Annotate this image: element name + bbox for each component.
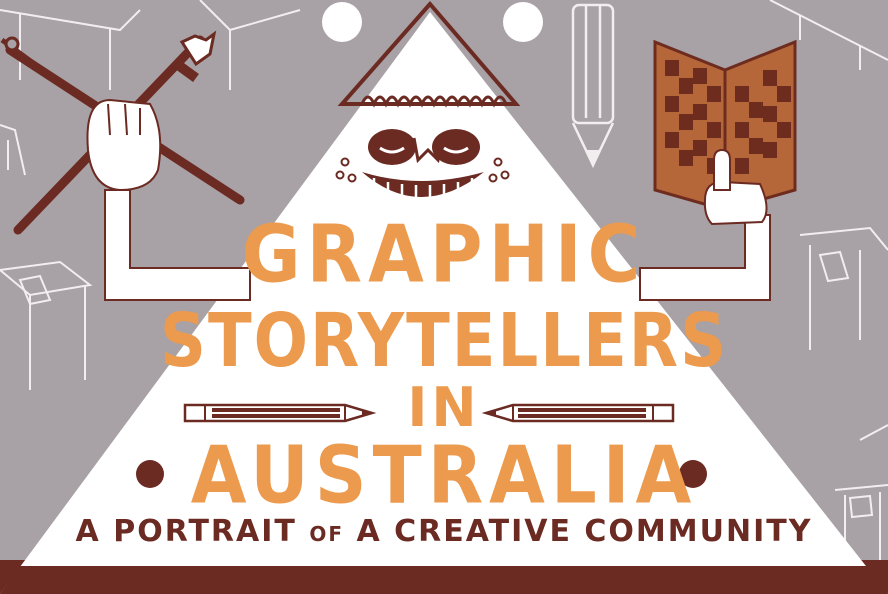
title-line-storytellers: STORYTELLERS <box>159 299 729 385</box>
subtitle: A PORTRAIT OF A CREATIVE COMMUNITY <box>0 514 888 549</box>
poster: GRAPHIC STORYTELLERS IN AUSTRALIA A PORT… <box>0 0 888 594</box>
subtitle-part-1: A PORTRAIT <box>75 514 297 549</box>
dot-decoration <box>503 2 543 42</box>
subtitle-part-2: OF <box>309 522 344 546</box>
title-line-australia: AUSTRALIA <box>190 428 698 522</box>
subtitle-part-3: A CREATIVE COMMUNITY <box>356 514 813 549</box>
title-line-graphic: GRAPHIC <box>241 207 647 301</box>
bottom-band <box>0 566 888 594</box>
dot-decoration <box>322 2 362 42</box>
pencil-icon <box>571 3 615 168</box>
